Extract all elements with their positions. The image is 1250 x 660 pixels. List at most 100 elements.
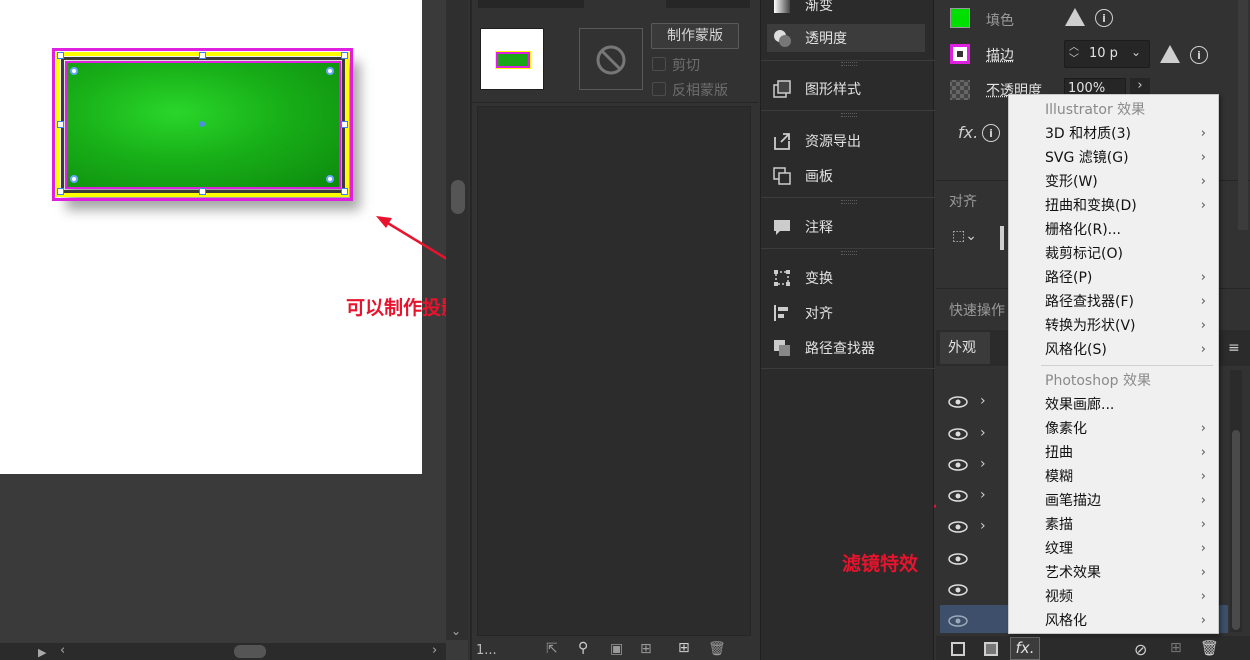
selection-handle[interactable] [57, 121, 64, 128]
vertical-scrollbar[interactable] [446, 0, 468, 640]
eye-icon[interactable] [948, 458, 968, 472]
menu-item[interactable]: 变形(W) › [1009, 170, 1218, 194]
menu-item[interactable]: 风格化 › [1009, 609, 1218, 633]
fx-info-icon[interactable]: i [982, 124, 1000, 142]
export-icon[interactable]: ⇱ [546, 641, 558, 657]
menu-item[interactable]: 纹理 › [1009, 537, 1218, 561]
tool-align[interactable]: 对齐 [771, 299, 927, 327]
corner-widget[interactable] [326, 67, 334, 75]
eye-icon[interactable] [948, 395, 968, 409]
collect-icon[interactable]: ▣ [610, 641, 623, 657]
menu-item[interactable]: 艺术效果 › [1009, 561, 1218, 585]
invert-mask-checkbox[interactable] [652, 82, 666, 96]
new-layer-icon[interactable]: ⊞ [678, 640, 690, 656]
eye-icon[interactable] [948, 489, 968, 503]
duplicate-item-icon[interactable]: ⊞ [1170, 640, 1182, 656]
clip-checkbox[interactable] [652, 57, 666, 71]
scroll-right-icon[interactable]: › [432, 643, 437, 658]
tool-transparency[interactable]: 透明度 [767, 24, 925, 52]
chevron-right-icon[interactable]: › [980, 393, 986, 409]
stroke-label[interactable]: 描边 [986, 45, 1014, 65]
clear-appearance-icon[interactable]: ⊘ [1134, 640, 1147, 659]
chevron-right-icon[interactable]: › [980, 456, 986, 472]
menu-item[interactable]: 风格化(S) › [1009, 338, 1218, 362]
selection-handle[interactable] [57, 188, 64, 195]
chevron-down-icon[interactable]: ⌄ [1131, 45, 1141, 59]
tool-transform[interactable]: 变换 [771, 264, 927, 292]
menu-item[interactable]: 效果画廊... [1009, 393, 1218, 417]
menu-item[interactable]: 素描 › [1009, 513, 1218, 537]
corner-widget[interactable] [70, 175, 78, 183]
stroke-warning-icon[interactable] [1160, 45, 1180, 63]
fx-icon[interactable]: fx. [958, 123, 978, 142]
delete-icon[interactable]: 🗑 [708, 641, 726, 657]
menu-item[interactable]: 裁剪标记(O) [1009, 242, 1218, 266]
horizontal-scrollbar[interactable] [0, 643, 446, 660]
new-fill-icon[interactable] [984, 642, 998, 656]
vertical-scroll-thumb[interactable] [451, 180, 465, 214]
opacity-icon[interactable] [950, 80, 970, 100]
selection-handle[interactable] [57, 52, 64, 59]
menu-item[interactable]: 扭曲 › [1009, 441, 1218, 465]
move-icon[interactable]: ⊞ [640, 641, 652, 657]
eye-icon[interactable] [948, 583, 968, 597]
tool-graphic-styles[interactable]: 图形样式 [771, 75, 927, 103]
selection-handle[interactable] [341, 188, 348, 195]
chevron-right-icon[interactable]: › [980, 518, 986, 534]
menu-item[interactable]: 模糊 › [1009, 465, 1218, 489]
stroke-info-icon[interactable]: i [1190, 46, 1208, 64]
menu-item[interactable]: 视频 › [1009, 585, 1218, 609]
add-effect-button[interactable]: fx. [1010, 637, 1040, 660]
menu-item[interactable]: 转换为形状(V) › [1009, 314, 1218, 338]
menu-item[interactable]: 像素化 › [1009, 417, 1218, 441]
scroll-left-icon[interactable]: ‹ [60, 643, 65, 658]
fill-warning-icon[interactable] [1065, 8, 1085, 26]
make-mask-button[interactable]: 制作蒙版 [651, 23, 739, 49]
tool-comments[interactable]: 注释 [771, 213, 927, 241]
appearance-scroll-thumb[interactable] [1232, 430, 1240, 630]
opacity-select[interactable] [666, 0, 750, 8]
menu-item[interactable]: 路径(P) › [1009, 266, 1218, 290]
tool-asset-export[interactable]: 资源导出 [771, 127, 927, 155]
selection-handle[interactable] [341, 52, 348, 59]
eye-icon[interactable] [948, 614, 968, 628]
menu-item[interactable]: 画笔描边 › [1009, 489, 1218, 513]
stepper-arrows-icon[interactable]: ︿ ﹀ [1069, 42, 1079, 66]
menu-item[interactable]: 路径查找器(F) › [1009, 290, 1218, 314]
fill-swatch[interactable] [950, 8, 970, 28]
panel-menu-icon[interactable]: ≡ [1228, 340, 1240, 356]
tab-appearance[interactable]: 外观 [940, 332, 990, 364]
stroke-weight-stepper[interactable]: ︿ ﹀ 10 p ⌄ [1064, 40, 1150, 68]
props-scrollbar[interactable] [1238, 0, 1248, 230]
eye-icon[interactable] [948, 552, 968, 566]
object-thumbnail[interactable] [480, 28, 544, 90]
new-stroke-icon[interactable] [951, 642, 965, 656]
menu-item[interactable]: 扭曲和变换(D) › [1009, 194, 1218, 218]
search-icon[interactable]: ⚲ [578, 640, 588, 656]
tool-artboards[interactable]: 画板 [771, 162, 927, 190]
tool-pathfinder[interactable]: 路径查找器 [771, 334, 927, 362]
fill-info-icon[interactable]: i [1095, 9, 1113, 27]
menu-item[interactable]: 3D 和材质(3) › [1009, 122, 1218, 146]
menu-item[interactable]: 栅格化(R)... [1009, 218, 1218, 242]
selection-handle[interactable] [199, 188, 206, 195]
delete-item-icon[interactable]: 🗑 [1200, 639, 1219, 657]
selection-handle[interactable] [341, 121, 348, 128]
corner-widget[interactable] [70, 67, 78, 75]
align-left-icon[interactable] [1000, 226, 1004, 250]
eye-icon[interactable] [948, 520, 968, 534]
stroke-swatch[interactable] [950, 44, 970, 64]
selection-handle[interactable] [199, 52, 206, 59]
chevron-right-icon[interactable]: › [980, 425, 986, 441]
mask-thumbnail[interactable] [579, 28, 643, 90]
tool-gradient[interactable]: 渐变 [771, 0, 927, 19]
align-to-icon[interactable]: ⬚⌄ [952, 228, 977, 244]
corner-widget[interactable] [326, 175, 334, 183]
scroll-down-icon[interactable]: ⌄ [451, 624, 461, 638]
play-icon[interactable]: ▶ [38, 646, 46, 659]
blend-mode-select[interactable] [478, 0, 584, 8]
horizontal-scroll-thumb[interactable] [234, 645, 266, 658]
menu-item[interactable]: SVG 滤镜(G) › [1009, 146, 1218, 170]
eye-icon[interactable] [948, 427, 968, 441]
chevron-right-icon[interactable]: › [980, 487, 986, 503]
